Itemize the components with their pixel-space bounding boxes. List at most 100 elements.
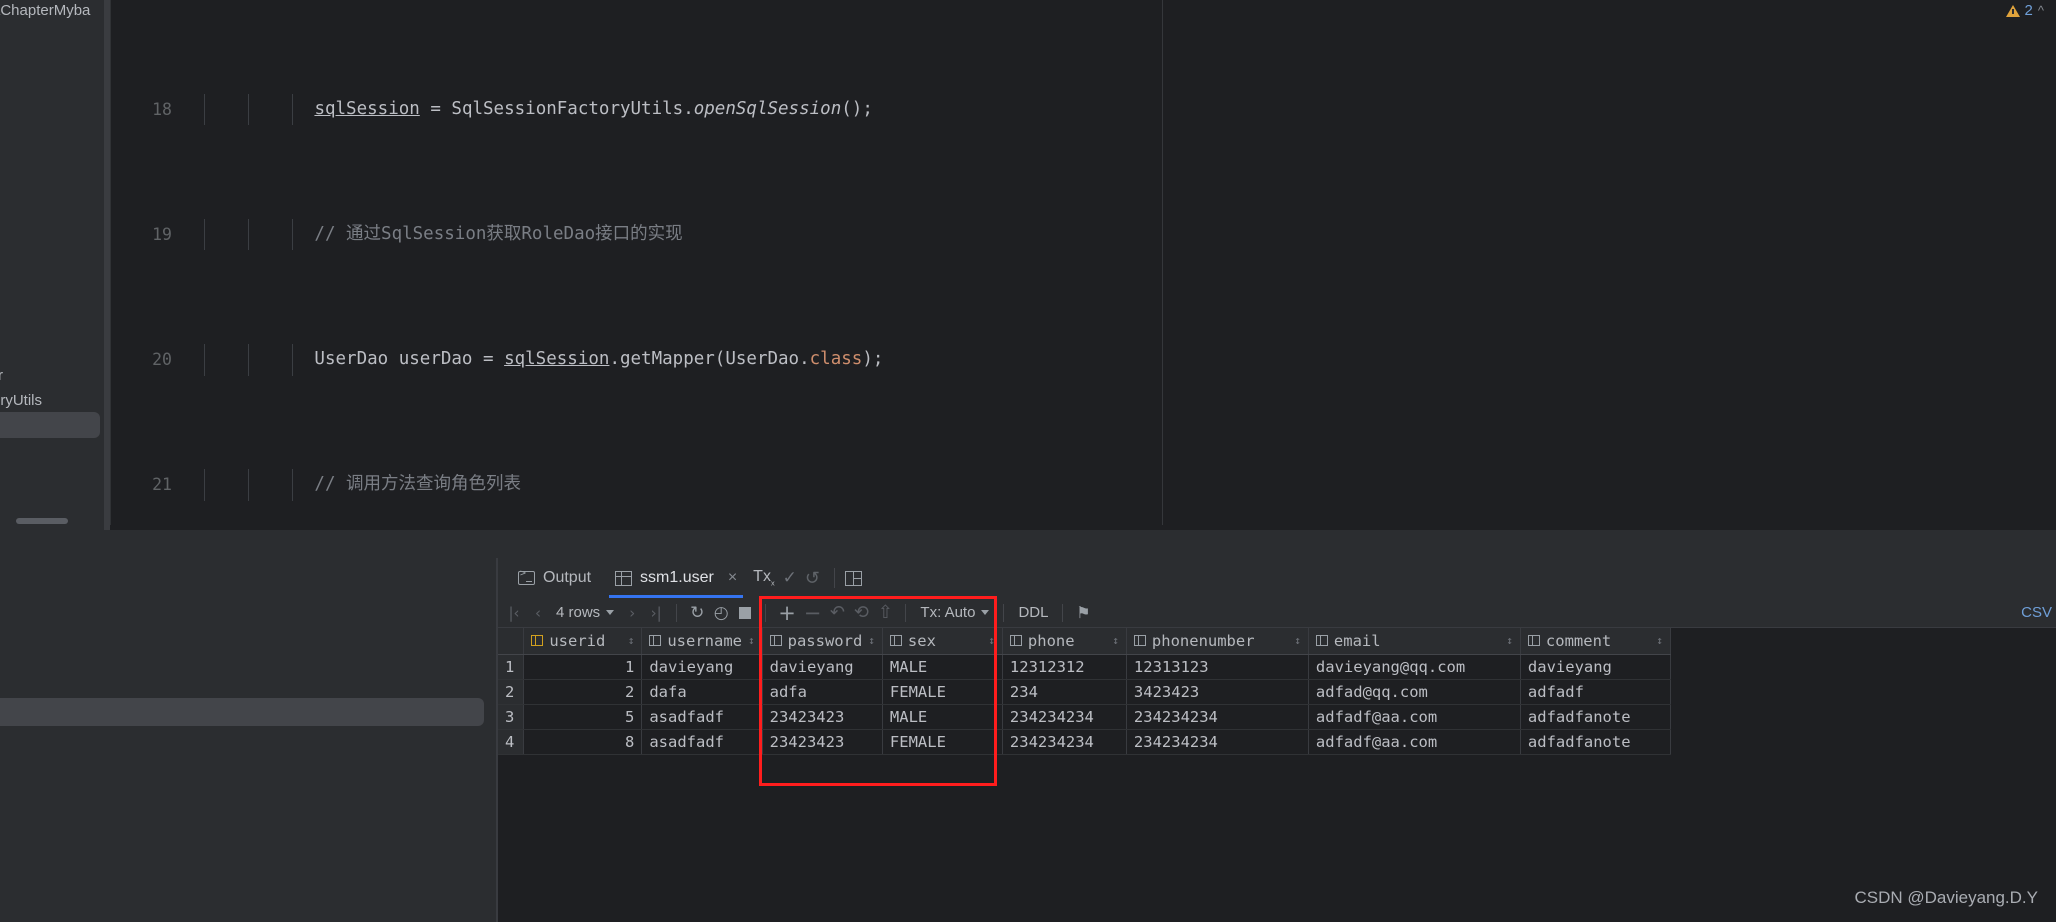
sort-toggle-icon[interactable]: ↕	[988, 635, 995, 646]
cell-comment[interactable]: davieyang	[1520, 654, 1671, 680]
sort-toggle-icon[interactable]: ↕	[1112, 635, 1119, 646]
refresh-icon[interactable]: ↻	[685, 600, 709, 626]
tx-status[interactable]: Txₓ	[749, 568, 778, 588]
table-row[interactable]: 2 2 dafa adfa FEMALE 234 3423423 adfad@qq.com ad…	[498, 679, 1671, 705]
cell-phonenumber[interactable]: 3423423	[1126, 679, 1309, 705]
code-line[interactable]: 21 // 调用方法查询角色列表	[110, 469, 2056, 501]
table-row[interactable]: 4 8 asadfadf 23423423 FEMALE 234234234 2342342…	[498, 729, 1671, 755]
revert-button[interactable]: ↶	[825, 600, 849, 626]
column-header-sex[interactable]: sex ↕	[882, 628, 1003, 655]
cell-username[interactable]: dafa	[641, 679, 763, 705]
first-page-button[interactable]: |‹	[502, 600, 526, 626]
next-page-button[interactable]: ›	[620, 600, 644, 626]
submit-button[interactable]: ⇧	[873, 600, 897, 626]
project-path-tab[interactable]: ava\ChapterMyba	[0, 2, 90, 19]
cell-phone[interactable]: 234234234	[1002, 729, 1127, 755]
cell-password[interactable]: davieyang	[762, 654, 883, 680]
project-tool-window[interactable]: ava\ChapterMyba dler actoryUtils i i	[0, 0, 110, 530]
column-header-comment[interactable]: comment ↕	[1520, 628, 1671, 655]
code-line[interactable]: 19 // 通过SqlSession获取RoleDao接口的实现	[110, 219, 2056, 251]
cell-phone[interactable]: 12312312	[1002, 654, 1127, 680]
bottom-left-selected-row[interactable]	[0, 698, 484, 726]
database-tool-window[interactable]: Output ssm1.user × Txₓ ✓ ↺ |‹ ‹ 4 rows ›	[498, 558, 2056, 922]
project-item-handler[interactable]: dler	[0, 367, 3, 384]
last-page-button[interactable]: ›|	[644, 600, 668, 626]
ddl-button[interactable]: DDL	[1012, 604, 1054, 621]
stop-square-icon[interactable]	[733, 600, 757, 626]
cell-comment[interactable]: adfadfanote	[1520, 704, 1671, 730]
cell-password[interactable]: 23423423	[762, 729, 883, 755]
inspection-warning-indicator[interactable]: 2 ^	[2005, 2, 2044, 19]
project-item-factoryutils[interactable]: actoryUtils	[0, 392, 42, 409]
cell-username[interactable]: davieyang	[641, 654, 763, 680]
history-clock-icon[interactable]: ◴	[709, 600, 733, 626]
code-text-19[interactable]: // 通过SqlSession获取RoleDao接口的实现	[188, 219, 682, 250]
cell-phonenumber[interactable]: 12313123	[1126, 654, 1309, 680]
project-horizontal-scrollbar[interactable]	[16, 518, 68, 524]
tab-output[interactable]: Output	[506, 558, 603, 598]
rollback-icon[interactable]: ↺	[801, 568, 824, 589]
revert-all-button[interactable]: ⟲	[849, 600, 873, 626]
column-header-phonenumber[interactable]: phonenumber ↕	[1126, 628, 1309, 655]
split-pane-icon[interactable]	[844, 570, 862, 586]
cell-phone[interactable]: 234234234	[1002, 704, 1127, 730]
close-icon[interactable]: ×	[728, 569, 737, 587]
editor-toolwindow-divider[interactable]	[0, 530, 2056, 558]
export-format-label[interactable]: CSV	[2021, 604, 2052, 621]
cell-username[interactable]: asadfadf	[641, 729, 763, 755]
code-editor[interactable]: 1 8 sqlSession = SqlSessionFactoryUtils.o…	[110, 0, 2056, 877]
cell-userid[interactable]: 8	[523, 729, 643, 755]
column-header-phone[interactable]: phone ↕	[1002, 628, 1127, 655]
bottom-left-panel[interactable]	[0, 558, 498, 922]
cell-phone[interactable]: 234	[1002, 679, 1127, 705]
sort-toggle-icon[interactable]: ↕	[868, 635, 875, 646]
table-row[interactable]: 1 1 davieyang davieyang MALE 12312312 12313123…	[498, 654, 1671, 680]
cell-email[interactable]: davieyang@qq.com	[1308, 654, 1521, 680]
column-header-email[interactable]: email ↕	[1308, 628, 1521, 655]
chevron-up-icon[interactable]: ^	[2038, 3, 2044, 18]
column-header-password[interactable]: password ↕	[762, 628, 883, 655]
code-content[interactable]: 1 8 sqlSession = SqlSessionFactoryUtils.o…	[110, 0, 2056, 877]
cell-email[interactable]: adfadf@aa.com	[1308, 704, 1521, 730]
tx-mode-selector[interactable]: Tx: Auto	[914, 604, 995, 621]
column-header-username[interactable]: username ↕	[641, 628, 763, 655]
code-text-18[interactable]: sqlSession = SqlSessionFactoryUtils.open…	[188, 94, 872, 125]
cell-phonenumber[interactable]: 234234234	[1126, 729, 1309, 755]
pin-icon[interactable]: ⚑	[1071, 600, 1095, 626]
cell-sex[interactable]: MALE	[882, 654, 1003, 680]
code-line[interactable]: 20 UserDao userDao = sqlSession.getMappe…	[110, 344, 2056, 376]
cell-sex[interactable]: FEMALE	[882, 679, 1003, 705]
sort-toggle-icon[interactable]: ↕	[1294, 635, 1301, 646]
cell-userid[interactable]: 5	[523, 704, 643, 730]
sort-toggle-icon[interactable]: ↕	[628, 635, 635, 646]
prev-page-button[interactable]: ‹	[526, 600, 550, 626]
table-row[interactable]: 3 5 asadfadf 23423423 MALE 234234234 234234234…	[498, 704, 1671, 730]
db-grid-toolbar[interactable]: |‹ ‹ 4 rows › ›| ↻ ◴ + − ↶ ⟲ ⇧ Tx: Auto	[498, 598, 2056, 628]
delete-row-button[interactable]: −	[800, 600, 826, 626]
cell-password[interactable]: adfa	[762, 679, 883, 705]
column-header-userid[interactable]: userid ↕	[523, 628, 643, 655]
cell-phonenumber[interactable]: 234234234	[1126, 704, 1309, 730]
tab-ssm1-user[interactable]: ssm1.user ×	[603, 558, 749, 598]
cell-comment[interactable]: adfadf	[1520, 679, 1671, 705]
add-row-button[interactable]: +	[774, 600, 800, 626]
cell-password[interactable]: 23423423	[762, 704, 883, 730]
sort-toggle-icon[interactable]: ↕	[748, 635, 755, 646]
sort-toggle-icon[interactable]: ↕	[1506, 635, 1513, 646]
code-text-21[interactable]: // 调用方法查询角色列表	[188, 469, 521, 500]
cell-email[interactable]: adfadf@aa.com	[1308, 729, 1521, 755]
cell-email[interactable]: adfad@qq.com	[1308, 679, 1521, 705]
cell-userid[interactable]: 1	[523, 654, 643, 680]
cell-sex[interactable]: MALE	[882, 704, 1003, 730]
cell-username[interactable]: asadfadf	[641, 704, 763, 730]
project-selected-row[interactable]	[0, 412, 100, 438]
row-count-selector[interactable]: 4 rows	[550, 604, 620, 621]
result-grid[interactable]: userid ↕ username ↕ password ↕ sex ↕ phone ↕ phone…	[498, 628, 1671, 755]
cell-userid[interactable]: 2	[523, 679, 643, 705]
commit-check-icon[interactable]: ✓	[779, 568, 801, 588]
sort-toggle-icon[interactable]: ↕	[1656, 635, 1663, 646]
cell-comment[interactable]: adfadfanote	[1520, 729, 1671, 755]
code-text-20[interactable]: UserDao userDao = sqlSession.getMapper(U…	[188, 344, 883, 375]
code-line[interactable]: 18 sqlSession = SqlSessionFactoryUtils.o…	[110, 93, 2056, 126]
db-tab-bar[interactable]: Output ssm1.user × Txₓ ✓ ↺	[498, 558, 2056, 598]
